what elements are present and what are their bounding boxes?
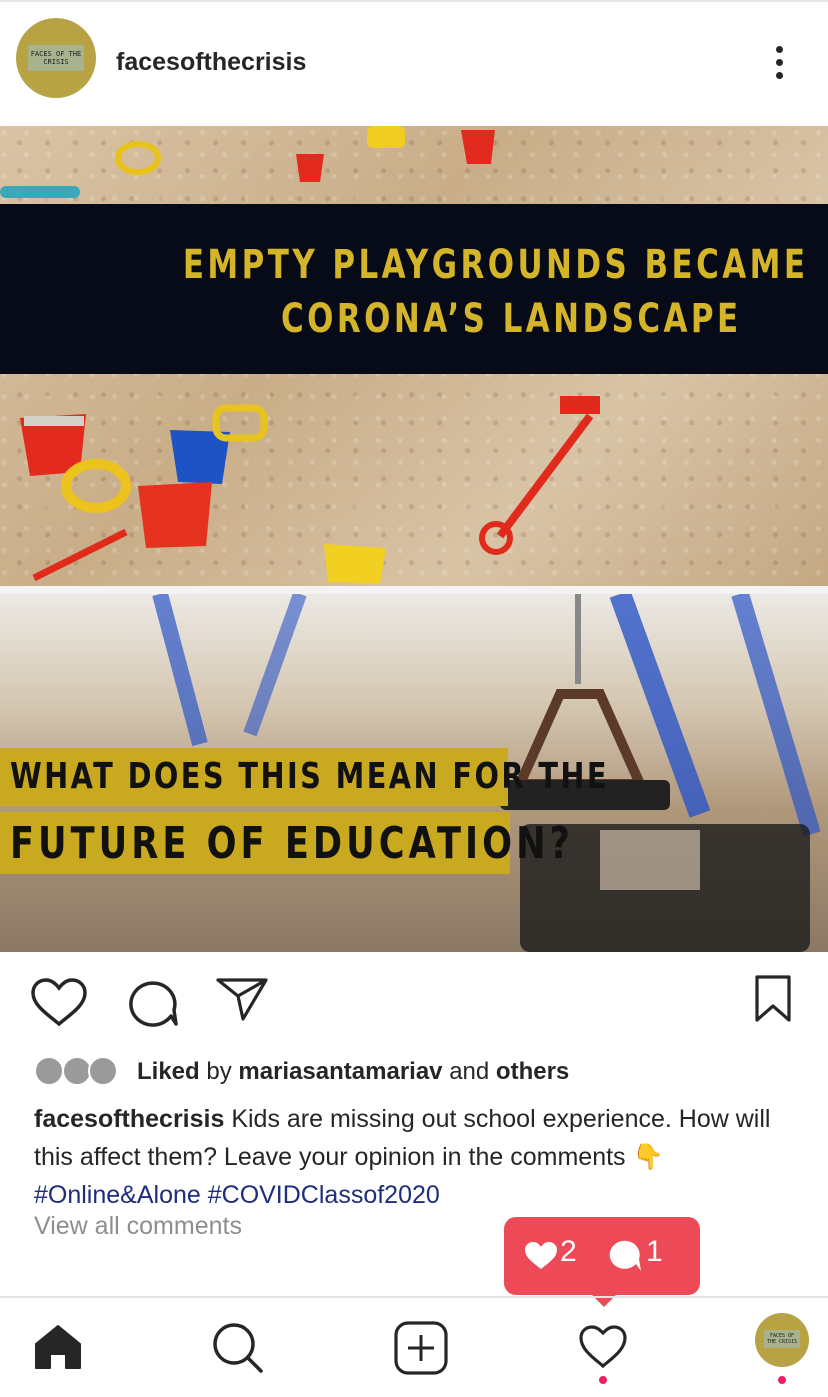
caption-hashtags[interactable]: #Online&Alone #COVIDClassof2020 (34, 1181, 440, 1209)
headline-line-2: CORONA’S LANDSCAPE (281, 296, 742, 342)
likes-count: 2 (560, 1235, 577, 1268)
caption-username[interactable]: facesofthecrisis (34, 1105, 224, 1133)
question-line-2: FUTURE OF EDUCATION? (10, 818, 574, 869)
post-actions (0, 952, 828, 1042)
new-post-icon[interactable] (394, 1321, 448, 1375)
yellow-mold-shape (212, 404, 268, 442)
liked-by-text: Liked by mariasantamariav and others (137, 1058, 569, 1086)
by-word: by (206, 1058, 232, 1085)
teal-toy-shape (0, 186, 80, 198)
red-cup-shape (296, 154, 324, 182)
yellow-cup-shape (367, 126, 405, 148)
sandbox-photo: EMPTY PLAYGROUNDS BECAME CORONA’S LANDSC… (0, 126, 828, 586)
post-image[interactable]: EMPTY PLAYGROUNDS BECAME CORONA’S LANDSC… (0, 126, 828, 952)
others-link[interactable]: others (496, 1058, 569, 1085)
comment-filled-icon (609, 1240, 641, 1271)
profile-avatar[interactable]: FACES OF THE CRISIS (16, 18, 96, 98)
headline-line-1: EMPTY PLAYGROUNDS BECAME (182, 242, 808, 288)
headline-banner: EMPTY PLAYGROUNDS BECAME CORONA’S LANDSC… (0, 204, 828, 374)
activity-indicator-dot (599, 1376, 607, 1384)
yellow-cup-shape (324, 544, 386, 584)
swings-photo: WHAT DOES THIS MEAN FOR THE FUTURE OF ED… (0, 594, 828, 952)
liker-avatars (34, 1056, 118, 1086)
question-line-1: WHAT DOES THIS MEAN FOR THE (10, 756, 609, 797)
red-rake-shape (479, 396, 600, 555)
liker-username[interactable]: mariasantamariav (238, 1058, 442, 1085)
home-icon[interactable] (33, 1324, 83, 1370)
post-username[interactable]: facesofthecrisis (116, 48, 306, 77)
bookmark-icon[interactable] (754, 974, 792, 1024)
yellow-mold-shape (61, 459, 131, 513)
red-bucket-shape (461, 130, 495, 164)
activity-heart-icon[interactable] (578, 1324, 628, 1370)
red-pail-shape (138, 482, 212, 548)
heart-filled-icon (525, 1242, 557, 1269)
avatar-logo-text: FACES OF THE CRISIS (28, 45, 84, 71)
share-send-icon[interactable] (215, 976, 269, 1022)
activity-notification-bubble[interactable]: 2 1 (504, 1217, 700, 1307)
liked-word: Liked (137, 1058, 200, 1085)
red-shovel-shape (32, 528, 128, 582)
yellow-bucket-shape (115, 141, 161, 175)
post-caption: facesofthecrisis Kids are missing out sc… (34, 1100, 804, 1214)
collage-divider (0, 586, 828, 594)
question-line-2-box: FUTURE OF EDUCATION? (0, 812, 570, 874)
nav-avatar-logo-text: FACES OF THE CRISIS (764, 1330, 800, 1348)
bottom-navigation: FACES OF THE CRISIS (0, 1298, 828, 1397)
and-word: and (449, 1058, 490, 1085)
post-header: FACES OF THE CRISIS facesofthecrisis (0, 2, 828, 126)
question-line-1-box: WHAT DOES THIS MEAN FOR THE (0, 748, 607, 806)
liker-avatar (34, 1056, 64, 1086)
view-all-comments-link[interactable]: View all comments (34, 1212, 242, 1241)
comments-count: 1 (646, 1235, 663, 1268)
likes-row[interactable]: Liked by mariasantamariav and others (0, 1050, 828, 1090)
profile-indicator-dot (778, 1376, 786, 1384)
like-heart-icon[interactable] (30, 978, 88, 1028)
liker-avatar (88, 1056, 118, 1086)
more-options-icon[interactable] (772, 46, 786, 82)
search-icon[interactable] (212, 1322, 264, 1374)
profile-tab-avatar[interactable]: FACES OF THE CRISIS (755, 1313, 809, 1367)
comment-bubble-icon[interactable] (127, 978, 179, 1028)
